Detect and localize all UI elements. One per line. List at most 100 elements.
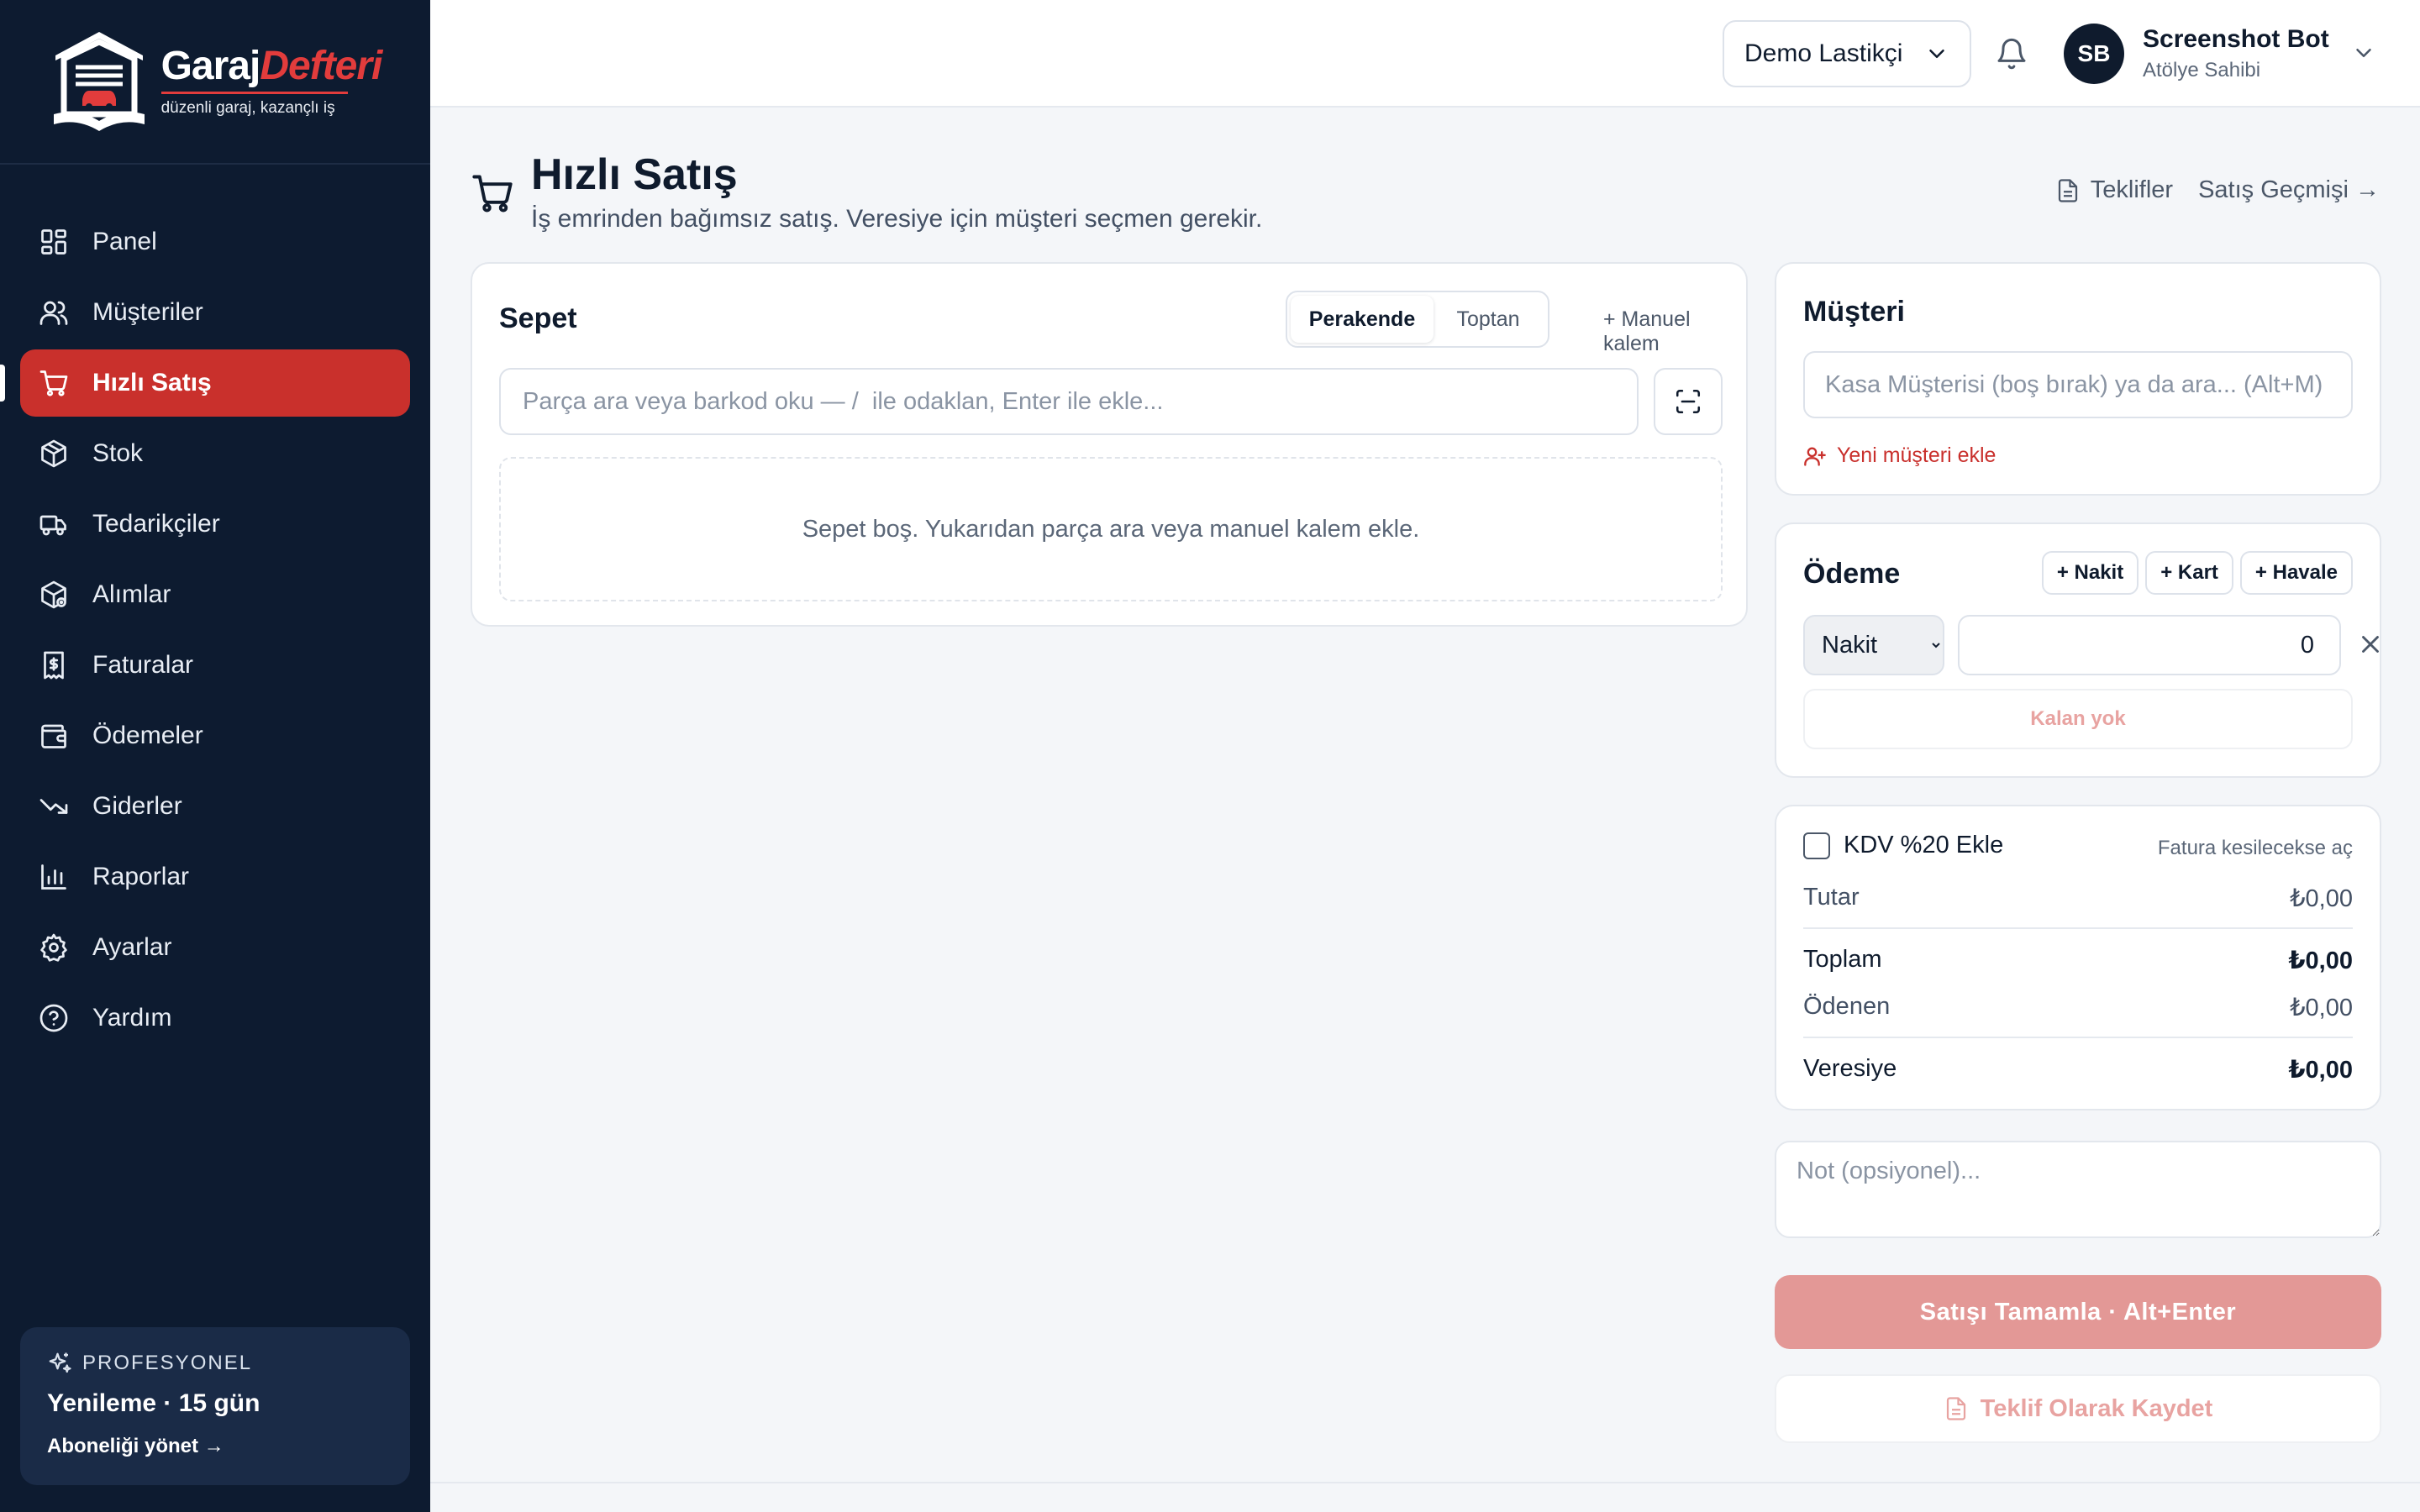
vat-toggle[interactable]: KDV %20 Ekle: [1803, 832, 2003, 859]
mode-wholesale-button[interactable]: Toptan: [1434, 296, 1543, 343]
cart-title: Sepet: [499, 302, 577, 334]
barcode-scan-button[interactable]: [1654, 368, 1723, 435]
brand[interactable]: GarajDefteri düzenli garaj, kazançlı iş: [0, 0, 430, 165]
customer-title: Müşteri: [1803, 296, 1905, 328]
payment-method-select[interactable]: Nakit: [1803, 615, 1944, 675]
sidebar-item-label: Yardım: [92, 1004, 172, 1032]
box-icon: [41, 439, 66, 468]
sidebar-item-label: Alımlar: [92, 580, 171, 608]
plan-renewal: Yenileme · 15 gün: [47, 1389, 260, 1417]
remaining-status: Kalan yok: [1803, 689, 2353, 749]
close-icon[interactable]: [2356, 630, 2385, 659]
sidebar-item-expenses[interactable]: Giderler: [20, 773, 410, 840]
sidebar-item-settings[interactable]: Ayarlar: [20, 914, 410, 981]
user-role: Atölye Sahibi: [2143, 59, 2261, 81]
user-name[interactable]: Screenshot Bot: [2143, 25, 2329, 54]
page-subtitle: İş emrinden bağımsız satış. Veresiye içi…: [531, 205, 1263, 233]
credit-label: Veresiye: [1803, 1055, 1897, 1082]
summary-card: KDV %20 Ekle Fatura kesilecekse aç Tutar…: [1775, 805, 2381, 1110]
help-icon: [39, 1004, 68, 1032]
total-label: Toplam: [1803, 946, 1882, 973]
sidebar-item-label: Panel: [92, 228, 157, 255]
summary-divider: [1803, 927, 2353, 929]
shop-select[interactable]: Demo Lastikçi: [1723, 20, 1971, 87]
sidebar-item-customers[interactable]: Müşteriler: [20, 279, 410, 346]
file-icon: [2058, 178, 2077, 202]
vat-label: KDV %20 Ekle: [1844, 832, 2004, 858]
sparkles-icon: [49, 1352, 71, 1373]
sidebar-item-label: Tedarikçiler: [92, 510, 220, 538]
sidebar-item-label: Ödemeler: [92, 722, 203, 749]
payment-amount-input[interactable]: [1958, 615, 2341, 675]
avatar[interactable]: SB: [2064, 24, 2124, 84]
payment-title: Ödeme: [1803, 558, 1901, 590]
sidebar-item-panel[interactable]: Panel: [20, 208, 410, 276]
sidebar-item-invoices[interactable]: Faturalar: [20, 632, 410, 699]
sales-history-link[interactable]: Satış Geçmişi →: [2198, 176, 2380, 204]
vat-checkbox[interactable]: [1803, 832, 1830, 859]
cart-card: Sepet Perakende Toptan + Manuel kalem Se…: [471, 262, 1748, 627]
package-icon: [41, 580, 66, 609]
total-row: Toplam ₺0,00: [1803, 946, 2353, 975]
plan-tier: PROFESYONEL: [47, 1351, 383, 1376]
user-menu-chevron-icon[interactable]: [2351, 40, 2376, 66]
plan-card: PROFESYONEL Yenileme · 15 gün Aboneliği …: [20, 1327, 410, 1485]
save-as-quote-label: Teklif Olarak Kaydet: [1980, 1394, 2213, 1422]
sidebar-item-label: Raporlar: [92, 863, 190, 890]
manual-item-link[interactable]: + Manuel kalem: [1603, 307, 1746, 356]
add-card-button[interactable]: + Kart: [2145, 551, 2233, 595]
payment-chips: + Nakit + Kart + Havale: [2035, 551, 2353, 595]
bar-chart-icon: [41, 864, 66, 890]
manage-subscription-link[interactable]: Aboneliği yönet →: [47, 1435, 224, 1458]
quotes-link[interactable]: Teklifler: [2055, 176, 2173, 204]
note-textarea[interactable]: [1775, 1141, 2381, 1238]
paid-row: Ödenen ₺0,00: [1803, 993, 2353, 1022]
sidebar-item-suppliers[interactable]: Tedarikçiler: [20, 491, 410, 558]
dashboard-icon: [41, 229, 66, 255]
customer-search-input[interactable]: [1803, 351, 2353, 418]
add-customer-link[interactable]: Yeni müşteri ekle: [1803, 444, 1996, 468]
brand-tagline: düzenli garaj, kazançlı iş: [160, 98, 335, 117]
summary-divider: [1803, 1037, 2353, 1038]
sidebar-item-payments[interactable]: Ödemeler: [20, 702, 410, 769]
part-search-input[interactable]: [499, 368, 1639, 435]
sidebar-item-label: Giderler: [92, 792, 182, 820]
paid-value: ₺0,00: [2290, 995, 2353, 1021]
sidebar-item-stock[interactable]: Stok: [20, 420, 410, 487]
gear-icon: [40, 933, 67, 962]
bell-icon[interactable]: [1995, 37, 2028, 71]
customer-card: Müşteri Yeni müşteri ekle: [1775, 262, 2381, 496]
user-plus-icon: [1804, 447, 1826, 466]
sidebar: GarajDefteri düzenli garaj, kazançlı iş …: [0, 0, 430, 1512]
save-as-quote-button[interactable]: Teklif Olarak Kaydet: [1775, 1374, 2381, 1443]
users-icon: [39, 301, 68, 325]
sidebar-item-purchases[interactable]: Alımlar: [20, 561, 410, 628]
main-content: Hızlı Satış İş emrinden bağımsız satış. …: [430, 108, 2420, 1512]
footer-divider: [430, 1482, 2420, 1483]
brand-underline: [160, 91, 348, 94]
sidebar-item-label: Faturalar: [92, 651, 194, 679]
sidebar-item-help[interactable]: Yardım: [20, 984, 410, 1052]
credit-row: Veresiye ₺0,00: [1803, 1055, 2353, 1084]
sidebar-item-quick-sale[interactable]: Hızlı Satış: [0, 349, 410, 417]
mode-retail-button[interactable]: Perakende: [1291, 296, 1434, 343]
total-value: ₺0,00: [2288, 948, 2353, 974]
vat-hint: Fatura kesilecekse aç: [2157, 837, 2353, 859]
sidebar-item-label: Ayarlar: [92, 933, 172, 961]
brand-name: GarajDefteri: [160, 43, 383, 88]
price-mode-toggle: Perakende Toptan: [1286, 291, 1549, 348]
sidebar-item-reports[interactable]: Raporlar: [20, 843, 410, 911]
add-cash-button[interactable]: + Nakit: [2041, 551, 2139, 595]
add-transfer-button[interactable]: + Havale: [2239, 551, 2353, 595]
header-links: Teklifler Satış Geçmişi →: [2055, 176, 2380, 204]
trending-down-icon: [39, 799, 68, 814]
brand-name-part1: Garaj: [160, 43, 261, 88]
payment-card: Ödeme + Nakit + Kart + Havale Nakit Kala…: [1775, 522, 2381, 778]
quotes-link-label: Teklifler: [2090, 176, 2174, 203]
cart-empty-state: Sepet boş. Yukarıdan parça ara veya manu…: [499, 457, 1723, 601]
topbar: Demo Lastikçi SB Screenshot Bot Atölye S…: [430, 0, 2420, 108]
complete-sale-button[interactable]: Satışı Tamamla · Alt+Enter: [1775, 1275, 2381, 1349]
paid-label: Ödenen: [1803, 993, 1891, 1020]
brand-inner: GarajDefteri düzenli garaj, kazançlı iş: [49, 27, 382, 136]
brand-text: GarajDefteri düzenli garaj, kazançlı iş: [160, 43, 383, 118]
